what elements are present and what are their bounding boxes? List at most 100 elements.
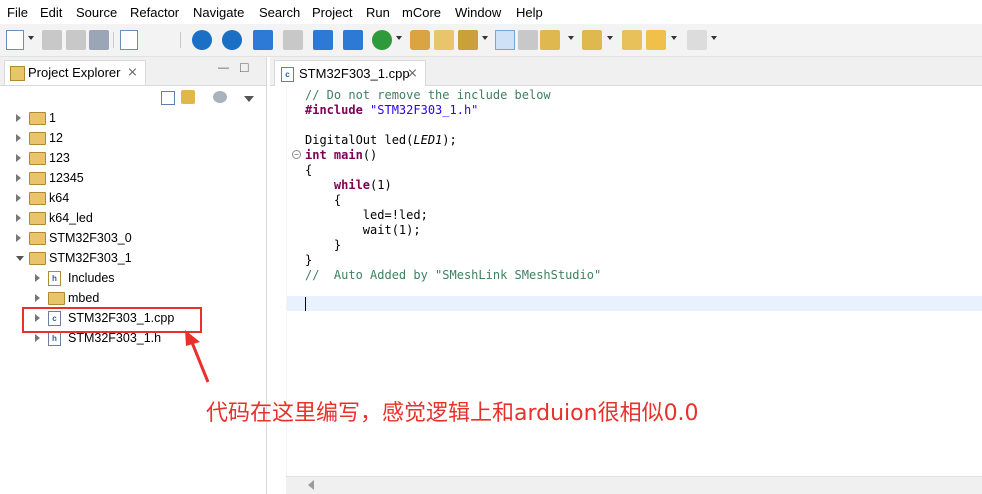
tab-stm32f303-cpp[interactable]: c STM32F303_1.cpp ⨯ (274, 60, 426, 86)
download-icon[interactable] (283, 30, 303, 50)
open-type-icon[interactable] (410, 30, 430, 50)
tree-item[interactable]: STM32F303_1 (14, 249, 254, 267)
chevron-down-icon[interactable] (396, 36, 402, 40)
project-folder-icon (29, 252, 46, 265)
code-line: #include "STM32F303_1.h" (305, 103, 478, 118)
chevron-down-icon[interactable] (244, 96, 254, 102)
menu-item-file[interactable]: File (7, 5, 28, 20)
code-line: led=!led; (305, 208, 428, 223)
expand-right-icon[interactable] (16, 174, 21, 182)
code-line: // Auto Added by "SMeshLink SMeshStudio" (305, 268, 601, 283)
expand-right-icon[interactable] (35, 334, 40, 342)
next-annotation-icon[interactable] (518, 30, 538, 50)
tree-item[interactable]: h Includes (33, 269, 254, 287)
tree-item[interactable]: 123 (14, 149, 254, 167)
tree-item-label: 1 (49, 111, 56, 125)
tree-item[interactable]: k64_led (14, 209, 254, 227)
tree-item[interactable]: mbed (33, 289, 254, 307)
link-with-editor-icon[interactable] (181, 90, 195, 104)
code-line: { (305, 193, 341, 208)
save-all-icon[interactable] (66, 30, 86, 50)
save-icon[interactable] (42, 30, 62, 50)
fold-minus-icon[interactable]: − (292, 150, 301, 159)
chevron-down-icon[interactable] (568, 36, 574, 40)
tree-item[interactable]: 12 (14, 129, 254, 147)
expand-down-icon[interactable] (16, 256, 24, 261)
collapse-all-icon[interactable] (161, 91, 175, 105)
menu-item-help[interactable]: Help (516, 5, 543, 20)
serial-monitor-icon[interactable] (343, 30, 363, 50)
new-wizard-icon[interactable] (6, 30, 24, 50)
tree-item[interactable]: 1 (14, 109, 254, 127)
project-folder-icon (29, 132, 46, 145)
menu-item-search[interactable]: Search (259, 5, 300, 20)
tree-item[interactable]: k64 (14, 189, 254, 207)
chevron-down-icon[interactable] (607, 36, 613, 40)
highlight-icon[interactable] (495, 30, 515, 50)
close-icon[interactable]: ⨯ (127, 64, 138, 80)
menu-item-navigate[interactable]: Navigate (193, 5, 244, 20)
chevron-down-icon[interactable] (711, 36, 717, 40)
tree-item-label: k64 (49, 191, 70, 205)
project-explorer-header: Project Explorer ⨯ — □ (0, 57, 266, 86)
print-icon[interactable] (89, 30, 109, 50)
menu-item-refactor[interactable]: Refactor (130, 5, 179, 20)
menu-item-mcore[interactable]: mCore (402, 5, 441, 20)
maximize-icon[interactable]: □ (240, 59, 248, 75)
project-folder-icon (29, 152, 46, 165)
new-file-icon[interactable] (253, 30, 273, 50)
menu-item-project[interactable]: Project (312, 5, 352, 20)
open-folder-icon[interactable] (434, 30, 454, 50)
binary-icon[interactable] (120, 30, 138, 50)
code-token: { (305, 163, 313, 177)
annotation-highlight-box (22, 307, 202, 333)
back-nav-icon[interactable] (622, 30, 642, 50)
code-token: main (333, 148, 363, 162)
tree-item-label: STM32F303_1 (49, 251, 132, 265)
expand-right-icon[interactable] (35, 274, 40, 282)
prev-annotation-icon[interactable] (540, 30, 560, 50)
menu-item-run[interactable]: Run (366, 5, 390, 20)
tree-item[interactable]: STM32F303_0 (14, 229, 254, 247)
menu-item-window[interactable]: Window (455, 5, 501, 20)
search-icon[interactable] (458, 30, 478, 50)
code-line: } (305, 238, 341, 253)
horizontal-scrollbar[interactable] (286, 476, 982, 494)
tree-item[interactable]: 12345 (14, 169, 254, 187)
upload-icon[interactable] (222, 30, 242, 50)
tree-item-label: 12 (49, 131, 63, 145)
run-icon[interactable] (372, 30, 392, 50)
h-file-icon: h (48, 331, 61, 346)
chevron-down-icon[interactable] (482, 36, 488, 40)
code-token: "STM32F303_1.h" (370, 103, 479, 117)
expand-right-icon[interactable] (16, 214, 21, 222)
last-edit-icon[interactable] (582, 30, 602, 50)
forward-icon[interactable] (687, 30, 707, 50)
code-line: wait(1); (305, 223, 421, 238)
project-explorer-tab[interactable]: Project Explorer ⨯ (4, 60, 146, 85)
chevron-down-icon[interactable] (28, 36, 34, 40)
main-toolbar (0, 24, 982, 57)
settings-icon[interactable] (313, 30, 333, 50)
menu-item-source[interactable]: Source (76, 5, 117, 20)
code-token: (1) (370, 178, 392, 192)
project-explorer-icon (10, 66, 25, 81)
expand-right-icon[interactable] (16, 194, 21, 202)
project-folder-icon (29, 212, 46, 225)
expand-right-icon[interactable] (16, 234, 21, 242)
expand-right-icon[interactable] (16, 114, 21, 122)
expand-right-icon[interactable] (16, 134, 21, 142)
expand-right-icon[interactable] (16, 154, 21, 162)
verify-icon[interactable] (192, 30, 212, 50)
chevron-down-icon[interactable] (671, 36, 677, 40)
close-icon[interactable]: ⨯ (407, 65, 418, 81)
menu-item-edit[interactable]: Edit (40, 5, 62, 20)
expand-right-icon[interactable] (35, 294, 40, 302)
back-icon[interactable] (646, 30, 666, 50)
code-token: { (305, 193, 342, 207)
includes-icon: h (48, 271, 61, 286)
text-caret (305, 297, 306, 311)
minimize-icon[interactable]: — (218, 62, 229, 74)
view-menu-icon[interactable] (213, 91, 227, 103)
scroll-left-icon[interactable] (308, 480, 314, 490)
